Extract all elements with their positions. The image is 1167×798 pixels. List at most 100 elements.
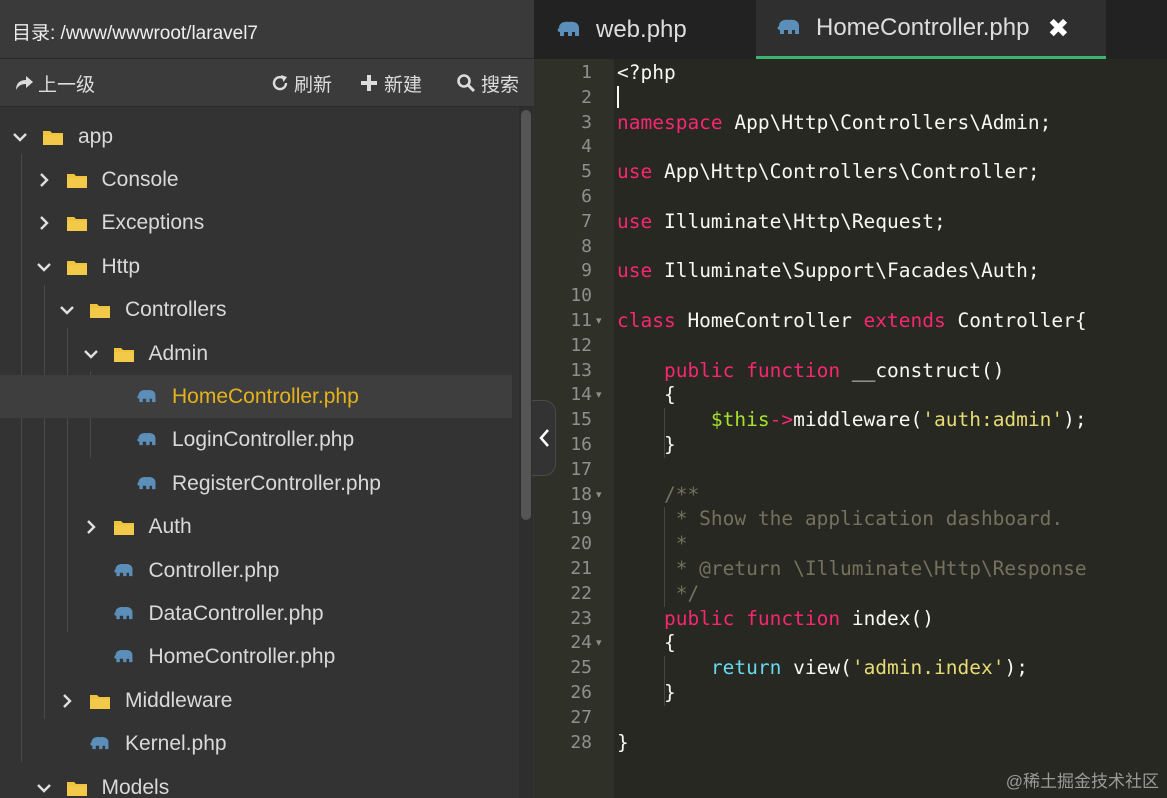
chevron-down-icon[interactable] — [34, 778, 54, 798]
chevron-down-icon[interactable] — [81, 344, 101, 364]
tree-folder-item[interactable]: Middleware — [0, 679, 512, 722]
folder-icon — [113, 344, 135, 364]
php-elephant-icon — [777, 19, 799, 34]
text-cursor — [617, 86, 619, 108]
tab-web-php[interactable]: web.php — [556, 0, 687, 59]
up-level-button[interactable]: 上一级 — [14, 69, 95, 97]
tree-item-label: app — [78, 124, 114, 148]
close-tab-icon[interactable]: ✖ — [1047, 13, 1069, 44]
code-line[interactable]: */ — [617, 582, 700, 606]
tree-scrollbar-thumb[interactable] — [521, 110, 531, 520]
search-icon — [457, 74, 476, 93]
tree-folder-item[interactable]: Console — [0, 158, 512, 201]
code-line[interactable]: * @return \Illuminate\Http\Response — [617, 557, 1087, 581]
line-number: 25 — [570, 657, 592, 679]
tree-file-item[interactable]: Controller.php — [0, 549, 512, 592]
tree-file-item[interactable]: Kernel.php — [0, 723, 512, 766]
chevron-down-icon[interactable] — [57, 300, 77, 320]
tree-file-item[interactable]: HomeController.php — [0, 375, 512, 419]
refresh-button[interactable]: 刷新 — [270, 69, 332, 97]
tree-item-label: Models — [101, 775, 170, 798]
new-file-label: 新建 — [384, 74, 423, 96]
chevron-down-icon[interactable] — [34, 257, 54, 277]
chevron-right-icon[interactable] — [57, 691, 77, 711]
php-elephant-icon — [89, 734, 111, 754]
tree-item-label: DataController.php — [148, 601, 324, 625]
chevron-right-icon[interactable] — [34, 170, 54, 190]
folder-icon — [113, 517, 135, 537]
folder-icon — [66, 213, 88, 233]
collapse-sidebar-button[interactable] — [532, 400, 556, 476]
file-explorer-sidebar: 目录: /www/wwwroot/laravel7 上一级 刷新 新建 搜索 a… — [0, 0, 534, 798]
tree-item-label: Controller.php — [148, 558, 280, 582]
line-number: 27 — [570, 706, 592, 728]
code-line[interactable]: use Illuminate\Http\Request; — [617, 210, 946, 234]
code-line[interactable]: } — [617, 731, 629, 755]
code-line[interactable]: } — [617, 433, 676, 457]
code-line[interactable]: <?php — [617, 61, 676, 85]
tree-item-label: Console — [101, 167, 179, 191]
code-line[interactable]: namespace App\Http\Controllers\Admin; — [617, 111, 1051, 135]
search-button[interactable]: 搜索 — [455, 69, 519, 97]
code-line[interactable]: { — [617, 631, 676, 655]
fold-arrow-icon[interactable]: ▾ — [596, 309, 602, 333]
chevron-right-icon[interactable] — [34, 213, 54, 233]
line-number: 13 — [570, 359, 592, 381]
chevron-left-icon — [538, 429, 549, 447]
tree-file-item[interactable]: LoginController.php — [0, 419, 512, 462]
code-line[interactable]: public function index() — [617, 607, 934, 631]
line-number: 11 — [570, 310, 592, 331]
tree-folder-item[interactable]: Http — [0, 245, 512, 288]
code-line[interactable]: use App\Http\Controllers\Controller; — [617, 160, 1040, 184]
line-number: 28 — [570, 731, 592, 753]
new-file-button[interactable]: 新建 — [358, 69, 422, 97]
line-number: 10 — [570, 285, 592, 307]
code-line[interactable]: { — [617, 383, 676, 407]
line-number: 4 — [581, 136, 592, 158]
code-line[interactable]: * — [617, 532, 688, 556]
line-number: 2 — [581, 86, 592, 108]
chevron-down-icon[interactable] — [10, 127, 30, 147]
tree-file-item[interactable]: DataController.php — [0, 592, 512, 635]
file-tree: app Console Exceptions Http Controllers Admin… — [0, 107, 534, 798]
tree-item-label: Http — [101, 254, 141, 278]
tree-file-item[interactable]: HomeController.php — [0, 636, 512, 679]
fold-arrow-icon[interactable]: ▾ — [596, 483, 602, 507]
tree-folder-item[interactable]: Auth — [0, 506, 512, 549]
tree-item-label: Exceptions — [101, 211, 205, 235]
line-number: 1 — [581, 62, 592, 83]
code-line[interactable]: * Show the application dashboard. — [617, 507, 1063, 531]
code-editor[interactable]: 1 2 3 4 5 6 7 8 9 10 11 ▾ 12 13 14 ▾ 15 16 17 18 ▾ 19 20 21 22 23… — [534, 59, 1167, 798]
search-label: 搜索 — [481, 74, 520, 96]
code-line[interactable]: /** — [617, 483, 699, 507]
tab-label: HomeController.php — [816, 14, 1030, 41]
code-line[interactable]: public function __construct() — [617, 359, 1005, 383]
tree-item-label: RegisterController.php — [172, 471, 381, 495]
plus-icon — [361, 75, 377, 91]
tree-folder-item[interactable]: Admin — [0, 332, 512, 375]
line-number: 6 — [581, 186, 592, 207]
line-number: 8 — [581, 235, 592, 257]
folder-icon — [66, 257, 88, 277]
folder-icon — [42, 127, 64, 147]
tree-folder-item[interactable]: Models — [0, 766, 512, 798]
tree-file-item[interactable]: RegisterController.php — [0, 462, 512, 505]
code-line[interactable]: return view('admin.index'); — [617, 656, 1028, 680]
tab-homecontroller-php[interactable]: HomeController.php ✖ — [756, 0, 1106, 59]
code-line[interactable]: $this->middleware('auth:admin'); — [617, 408, 1087, 432]
line-number: 12 — [570, 334, 592, 356]
line-number: 26 — [570, 682, 592, 703]
line-number: 3 — [581, 111, 592, 133]
fold-arrow-icon[interactable]: ▾ — [596, 631, 602, 655]
code-line[interactable]: use Illuminate\Support\Facades\Auth; — [617, 259, 1040, 283]
fold-arrow-icon[interactable]: ▾ — [596, 383, 602, 407]
tree-folder-item[interactable]: app — [0, 115, 512, 158]
editor-tab-bar: web.php HomeController.php ✖ — [534, 0, 1167, 59]
chevron-right-icon[interactable] — [81, 517, 101, 537]
php-elephant-icon — [113, 561, 135, 581]
code-line[interactable]: class HomeController extends Controller{ — [617, 309, 1087, 333]
tree-folder-item[interactable]: Exceptions — [0, 202, 512, 245]
php-elephant-icon — [136, 474, 158, 494]
tree-folder-item[interactable]: Controllers — [0, 289, 512, 332]
code-line[interactable]: } — [617, 681, 676, 705]
